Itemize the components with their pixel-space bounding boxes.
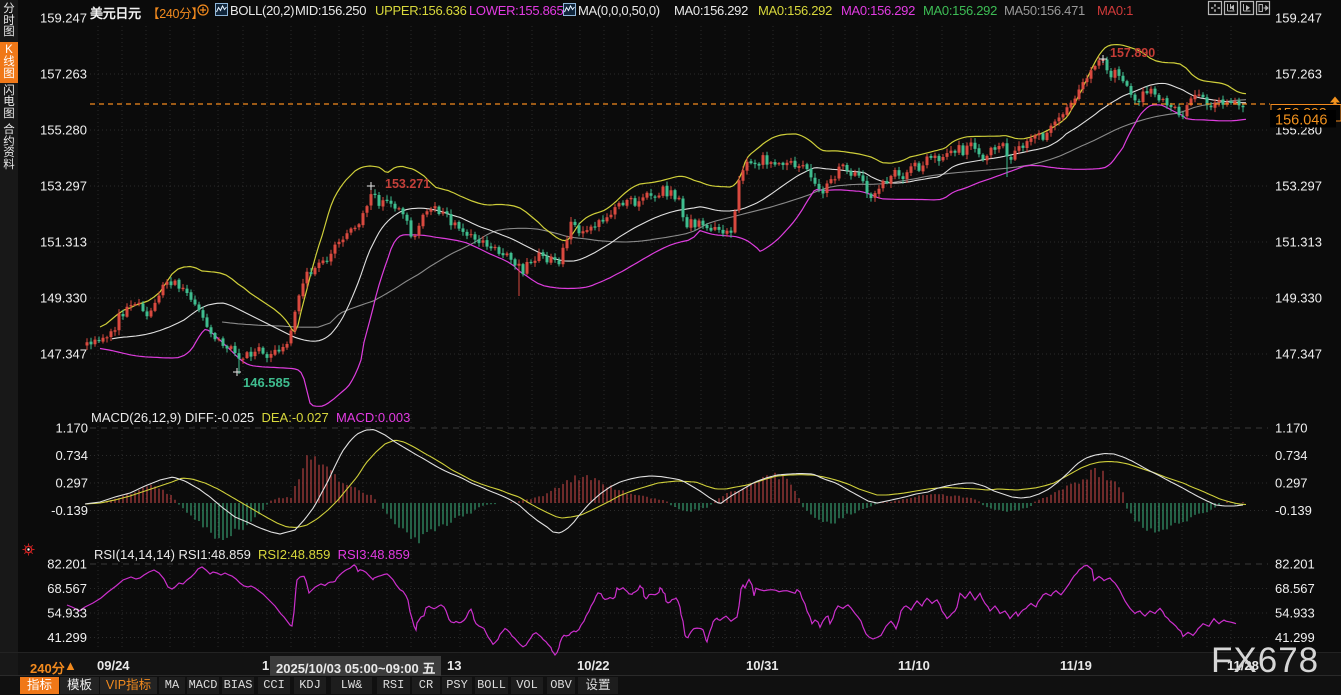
svg-text:155.280: 155.280 xyxy=(40,123,87,138)
svg-text:147.347: 147.347 xyxy=(40,347,87,362)
svg-text:153.297: 153.297 xyxy=(40,179,87,194)
svg-text:54.933: 54.933 xyxy=(1275,606,1315,621)
svg-text:0.297: 0.297 xyxy=(1275,476,1308,491)
svg-text:41.299: 41.299 xyxy=(47,630,87,645)
svg-text:-0.139: -0.139 xyxy=(1275,503,1312,518)
svg-text:68.567: 68.567 xyxy=(1275,581,1315,596)
svg-text:153.297: 153.297 xyxy=(1275,179,1322,194)
svg-text:68.567: 68.567 xyxy=(47,581,87,596)
svg-text:1.170: 1.170 xyxy=(55,421,88,436)
svg-text:157.263: 157.263 xyxy=(40,67,87,82)
svg-text:151.313: 151.313 xyxy=(1275,235,1322,250)
svg-text:149.330: 149.330 xyxy=(40,291,87,306)
svg-text:0.297: 0.297 xyxy=(55,476,88,491)
svg-text:0.734: 0.734 xyxy=(1275,448,1308,463)
svg-text:157.890: 157.890 xyxy=(1110,46,1155,60)
svg-text:159.247: 159.247 xyxy=(40,11,87,26)
svg-text:159.247: 159.247 xyxy=(1275,11,1322,26)
svg-text:0.734: 0.734 xyxy=(55,448,88,463)
svg-text:156.046: 156.046 xyxy=(1275,113,1327,129)
svg-text:82.201: 82.201 xyxy=(47,557,87,572)
svg-text:54.933: 54.933 xyxy=(47,606,87,621)
svg-text:82.201: 82.201 xyxy=(1275,557,1315,572)
svg-text:153.271: 153.271 xyxy=(385,177,430,191)
svg-text:146.585: 146.585 xyxy=(243,375,290,390)
svg-text:-0.139: -0.139 xyxy=(51,503,88,518)
svg-text:151.313: 151.313 xyxy=(40,235,87,250)
svg-text:1.170: 1.170 xyxy=(1275,421,1308,436)
svg-text:157.263: 157.263 xyxy=(1275,67,1322,82)
svg-text:147.347: 147.347 xyxy=(1275,347,1322,362)
svg-text:149.330: 149.330 xyxy=(1275,291,1322,306)
